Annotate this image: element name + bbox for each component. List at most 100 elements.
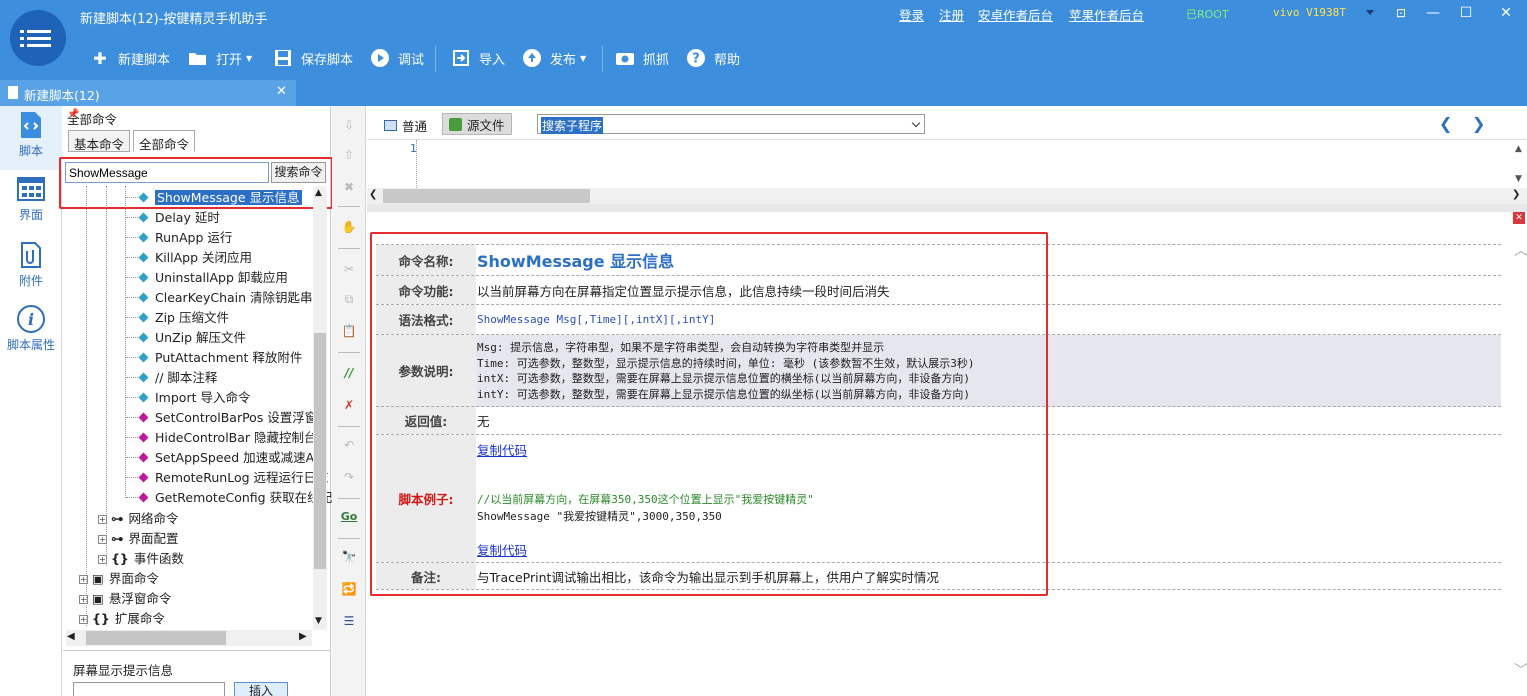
hand-icon[interactable]: ✋ xyxy=(340,218,358,236)
expand-icon[interactable]: + xyxy=(98,535,107,544)
scroll-up-icon[interactable]: ▲ xyxy=(315,188,322,198)
scroll-down-icon[interactable]: ▼ xyxy=(1515,174,1522,184)
scrollbar-thumb[interactable] xyxy=(86,631,226,645)
scrollbar-thumb[interactable] xyxy=(383,189,590,203)
tree-guide xyxy=(126,337,138,338)
expand-icon[interactable]: + xyxy=(98,515,107,524)
tree-command-item[interactable]: UnZip 解压文件 xyxy=(138,327,246,347)
maximize-button[interactable]: ☐ xyxy=(1456,4,1476,22)
insert-button[interactable]: 插入 xyxy=(234,682,288,696)
tree-command-item[interactable]: PutAttachment 释放附件 xyxy=(138,347,302,367)
app-menu-button[interactable] xyxy=(10,10,66,66)
tab-basic-commands[interactable]: 基本命令 xyxy=(68,130,131,152)
android-backend-link[interactable]: 安卓作者后台 xyxy=(978,5,1053,24)
chevron-down-icon[interactable] xyxy=(1366,10,1374,15)
tree-group-item[interactable]: + ⊶ 界面配置 xyxy=(98,528,179,548)
group-label: 界面命令 xyxy=(108,571,159,586)
splitter[interactable] xyxy=(367,204,1527,212)
tree-command-item[interactable]: Import 导入命令 xyxy=(138,387,250,407)
new-script-button[interactable]: ✚ 新建脚本 xyxy=(90,46,170,70)
capture-button[interactable]: 抓抓 xyxy=(615,46,669,70)
nav-script-properties[interactable]: i 脚本属性 xyxy=(0,300,62,364)
subroutine-select[interactable]: 搜索子程序 xyxy=(537,114,925,134)
tree-command-item[interactable]: SetAppSpeed 加速或减速AP xyxy=(138,447,322,467)
close-window-button[interactable]: ✕ xyxy=(1496,4,1516,22)
scroll-down-icon[interactable]: ▼ xyxy=(315,616,322,626)
scroll-left-icon[interactable]: ◀ xyxy=(67,631,75,642)
expand-icon[interactable]: + xyxy=(79,575,88,584)
tree-group-item[interactable]: + ▣ 界面命令 xyxy=(79,568,159,588)
debug-button[interactable]: 调试 xyxy=(370,46,424,70)
tree-command-item[interactable]: ClearKeyChain 清除钥匙串 xyxy=(138,287,313,307)
scroll-up-icon[interactable]: ︿ xyxy=(1514,240,1527,260)
tree-command-item[interactable]: GetRemoteConfig 获取在线配 xyxy=(138,487,332,507)
scroll-right-icon[interactable]: ▶ xyxy=(299,631,307,642)
tab-new-script[interactable]: 新建脚本(12) ✕ xyxy=(0,80,296,106)
replace-icon[interactable]: 🔁 xyxy=(340,580,358,598)
tree-command-item[interactable]: ShowMessage 显示信息 xyxy=(138,187,302,207)
nav-ui[interactable]: 界面 xyxy=(0,170,62,234)
find-icon[interactable]: 🔭 xyxy=(340,548,358,566)
tree-command-item[interactable]: KillApp 关闭应用 xyxy=(138,247,253,267)
tree-group-item[interactable]: + ▣ 悬浮窗命令 xyxy=(79,588,171,608)
list-icon[interactable]: ☰ xyxy=(340,612,358,630)
command-label: KillApp 关闭应用 xyxy=(155,250,253,265)
restore-icon[interactable]: ⊡ xyxy=(1391,4,1411,22)
move-up-icon[interactable]: ⇧ xyxy=(340,146,358,164)
move-down-icon[interactable]: ⇩ xyxy=(340,116,358,134)
comment-icon[interactable]: // xyxy=(340,364,358,382)
tree-group-item[interactable]: + {} 事件函数 xyxy=(98,548,184,568)
close-help-icon[interactable]: ✕ xyxy=(1513,212,1525,224)
nav-forward-icon[interactable]: ❯ xyxy=(1472,114,1485,133)
code-editor[interactable] xyxy=(367,140,1527,188)
tree-command-item[interactable]: Zip 压缩文件 xyxy=(138,307,229,327)
mode-source-button[interactable]: 源文件 xyxy=(442,113,512,135)
delete-icon[interactable]: ✖ xyxy=(340,178,358,196)
help-button[interactable]: ? 帮助 xyxy=(686,46,740,70)
redo-icon[interactable]: ↷ xyxy=(340,468,358,486)
tree-group-item[interactable]: + {} 扩展命令 xyxy=(79,608,165,628)
insert-param-input[interactable] xyxy=(73,682,225,696)
scroll-left-icon[interactable]: ❮ xyxy=(369,189,377,200)
tree-command-item[interactable]: Delay 延时 xyxy=(138,207,220,227)
login-link[interactable]: 登录 xyxy=(899,5,924,24)
tree-command-item[interactable]: RunApp 运行 xyxy=(138,227,232,247)
close-tab-icon[interactable]: ✕ xyxy=(276,84,287,99)
nav-back-icon[interactable]: ❮ xyxy=(1439,114,1452,133)
uncomment-icon[interactable]: ✗ xyxy=(340,396,358,414)
goto-line-icon[interactable]: Go xyxy=(340,508,358,526)
scroll-right-icon[interactable]: ❯ xyxy=(1512,189,1520,200)
tree-guide xyxy=(126,217,138,218)
open-button[interactable]: 打开 ▼ xyxy=(188,46,252,70)
device-selector[interactable]: vivo V1938T xyxy=(1273,6,1346,19)
paste-icon[interactable]: 📋 xyxy=(340,322,358,340)
tab-all-commands[interactable]: 全部命令 xyxy=(133,130,196,152)
command-diamond-icon xyxy=(138,332,149,343)
import-button[interactable]: 导入 xyxy=(451,46,505,70)
scroll-up-icon[interactable]: ▲ xyxy=(1515,144,1522,154)
tree-group-item[interactable]: + ⊶ 网络命令 xyxy=(98,508,179,528)
expand-icon[interactable]: + xyxy=(79,615,88,624)
cut-icon[interactable]: ✂ xyxy=(340,260,358,278)
nav-attachment[interactable]: 附件 xyxy=(0,236,62,300)
register-link[interactable]: 注册 xyxy=(939,5,964,24)
mode-normal-button[interactable]: 普通 xyxy=(384,115,427,135)
save-script-button[interactable]: 保存脚本 xyxy=(273,46,353,70)
tree-command-item[interactable]: RemoteRunLog 远程运行日志 xyxy=(138,467,329,487)
tree-command-item[interactable]: SetControlBarPos 设置浮窗 xyxy=(138,407,317,427)
tree-command-item[interactable]: UninstallApp 卸载应用 xyxy=(138,267,288,287)
expand-icon[interactable]: + xyxy=(98,555,107,564)
undo-icon[interactable]: ↶ xyxy=(340,436,358,454)
minimize-button[interactable]: — xyxy=(1423,4,1443,22)
copy-icon[interactable]: ⧉ xyxy=(340,290,358,308)
scroll-down-icon[interactable]: ﹀ xyxy=(1514,660,1527,680)
publish-button[interactable]: 发布 ▼ xyxy=(522,46,586,70)
nav-script[interactable]: 脚本 xyxy=(0,106,62,170)
tree-command-item[interactable]: // 脚本注释 xyxy=(138,367,217,387)
expand-icon[interactable]: + xyxy=(79,595,88,604)
apple-backend-link[interactable]: 苹果作者后台 xyxy=(1069,5,1144,24)
pin-icon[interactable]: 📌 xyxy=(67,109,321,120)
scrollbar-thumb[interactable] xyxy=(314,333,326,569)
question-icon: ? xyxy=(686,48,706,68)
tree-command-item[interactable]: HideControlBar 隐藏控制台 xyxy=(138,427,317,447)
